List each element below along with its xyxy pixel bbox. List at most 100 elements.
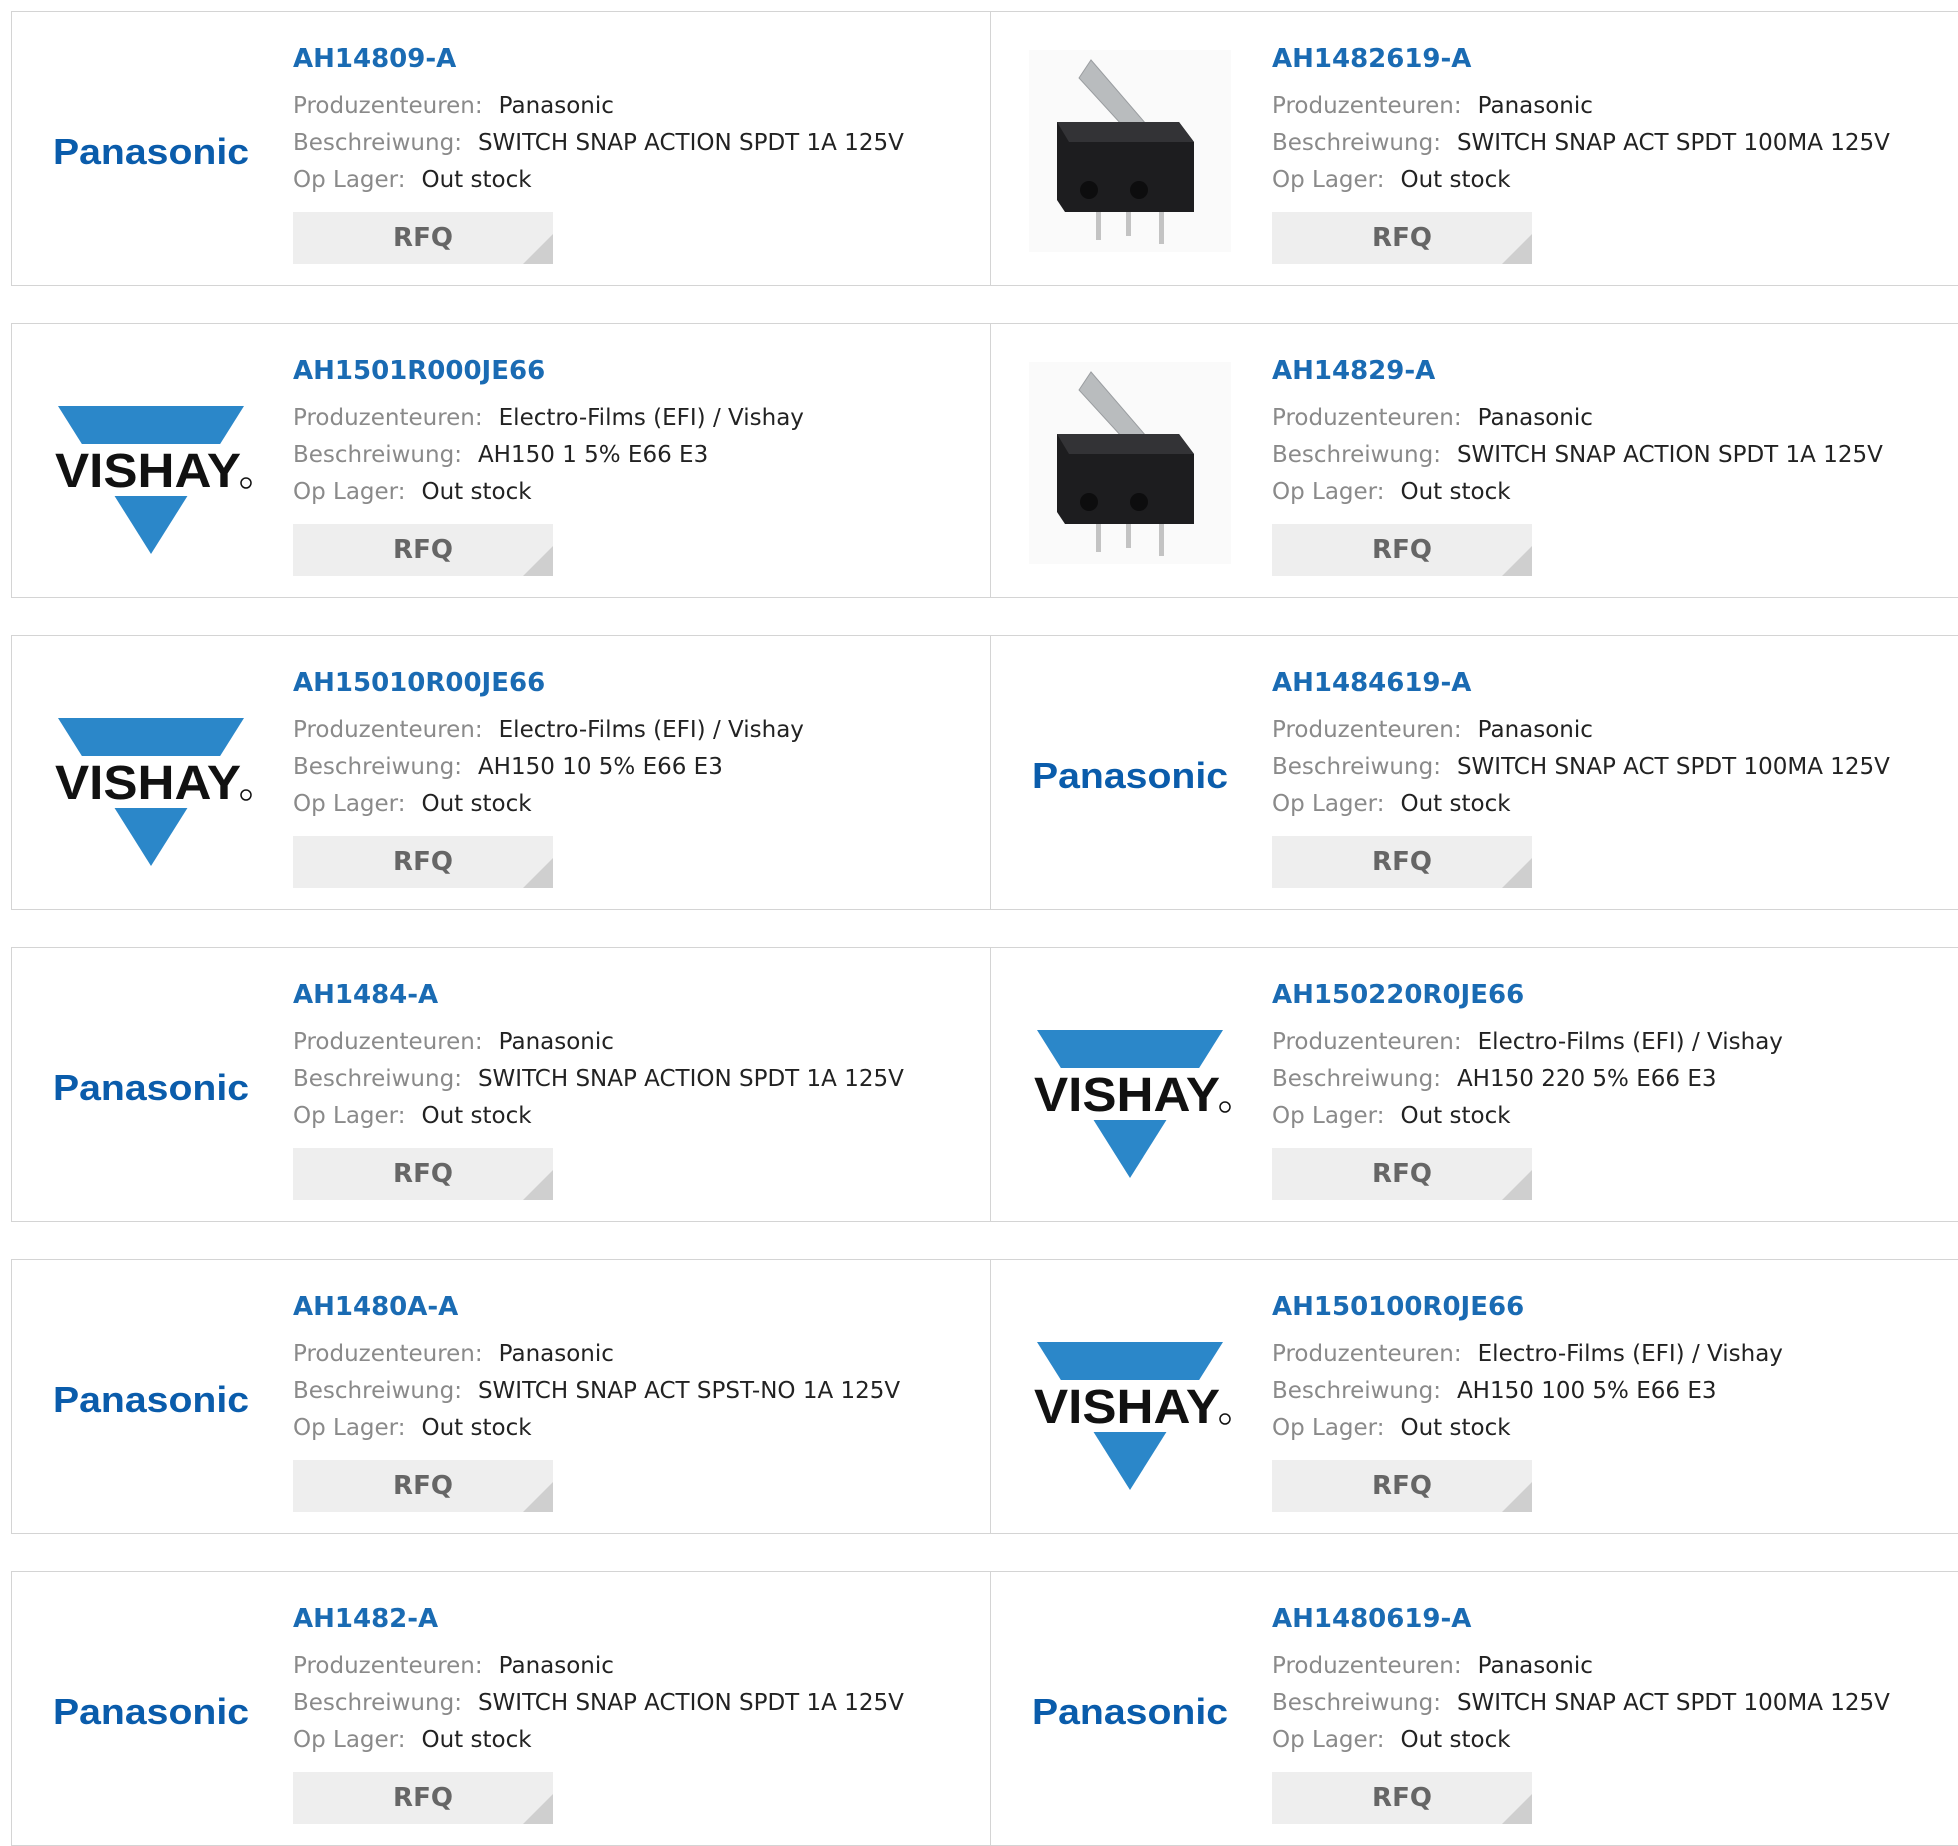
stock-label: Op Lager:	[1272, 791, 1385, 817]
manufacturer-label: Produzenteuren:	[1272, 1341, 1462, 1367]
description-label: Beschreiwung:	[293, 442, 462, 468]
manufacturer-value: Panasonic	[498, 93, 614, 119]
stock-row: Op Lager: Out stock	[1272, 1725, 1511, 1755]
description-label: Beschreiwung:	[293, 1066, 462, 1092]
panasonic-logo: Panasonic	[53, 1067, 249, 1108]
stock-value: Out stock	[1400, 791, 1511, 817]
part-number-link[interactable]: AH1484-A	[293, 980, 438, 1010]
rfq-button[interactable]: RFQ	[1272, 524, 1532, 576]
manufacturer-row: Produzenteuren: Panasonic	[1272, 715, 1593, 745]
corner-triangle-icon	[523, 234, 553, 264]
part-number-link[interactable]: AH150100R0JE66	[1272, 1292, 1524, 1322]
stock-value: Out stock	[421, 479, 532, 505]
panasonic-logo: Panasonic	[53, 131, 249, 172]
product-image[interactable]: Panasonic	[50, 1610, 252, 1812]
rfq-label: RFQ	[393, 1471, 453, 1501]
product-info: AH1484-A Produzenteuren: Panasonic Beschr…	[293, 948, 990, 1221]
corner-triangle-icon	[1502, 234, 1532, 264]
stock-row: Op Lager: Out stock	[1272, 789, 1511, 819]
rfq-label: RFQ	[393, 1159, 453, 1189]
product-image[interactable]	[1029, 362, 1231, 564]
product-image[interactable]: Panasonic	[50, 1298, 252, 1500]
part-number-link[interactable]: AH150220R0JE66	[1272, 980, 1524, 1010]
stock-label: Op Lager:	[1272, 479, 1385, 505]
manufacturer-value: Panasonic	[1477, 93, 1593, 119]
manufacturer-value: Panasonic	[498, 1029, 614, 1055]
description-label: Beschreiwung:	[1272, 1378, 1441, 1404]
rfq-label: RFQ	[1372, 1471, 1432, 1501]
product-image[interactable]: VISHAY	[50, 362, 252, 564]
stock-label: Op Lager:	[1272, 1727, 1385, 1753]
description-label: Beschreiwung:	[1272, 130, 1441, 156]
rfq-button[interactable]: RFQ	[293, 836, 553, 888]
description-value: SWITCH SNAP ACT SPDT 100MA 125V	[1456, 754, 1890, 780]
rfq-label: RFQ	[393, 223, 453, 253]
description-label: Beschreiwung:	[1272, 442, 1441, 468]
rfq-button[interactable]: RFQ	[293, 524, 553, 576]
manufacturer-label: Produzenteuren:	[1272, 1029, 1462, 1055]
description-value: AH150 1 5% E66 E3	[477, 442, 709, 468]
description-value: SWITCH SNAP ACTION SPDT 1A 125V	[1456, 442, 1883, 468]
corner-triangle-icon	[523, 1170, 553, 1200]
part-number-link[interactable]: AH14829-A	[1272, 356, 1435, 386]
corner-triangle-icon	[1502, 858, 1532, 888]
rfq-label: RFQ	[393, 1783, 453, 1813]
rfq-button[interactable]: RFQ	[1272, 836, 1532, 888]
vishay-logo: VISHAY	[50, 718, 252, 866]
product-image[interactable]: Panasonic	[50, 986, 252, 1188]
description-row: Beschreiwung: SWITCH SNAP ACTION SPDT 1A …	[293, 1064, 904, 1094]
part-number-link[interactable]: AH15010R00JE66	[293, 668, 545, 698]
product-info: AH14829-A Produzenteuren: Panasonic Besch…	[1272, 324, 1958, 597]
product-card: Panasonic AH14809-A Produzenteuren: Panas…	[11, 11, 991, 286]
rfq-button[interactable]: RFQ	[1272, 1772, 1532, 1824]
part-number-link[interactable]: AH1501R000JE66	[293, 356, 545, 386]
rfq-button[interactable]: RFQ	[293, 1460, 553, 1512]
description-row: Beschreiwung: SWITCH SNAP ACTION SPDT 1A …	[293, 128, 904, 158]
vishay-logo: VISHAY	[1029, 1342, 1231, 1490]
rfq-label: RFQ	[1372, 1783, 1432, 1813]
part-number-link[interactable]: AH1482-A	[293, 1604, 438, 1634]
stock-label: Op Lager:	[293, 479, 406, 505]
product-image[interactable]: Panasonic	[1029, 674, 1231, 876]
vishay-logo: VISHAY	[1029, 1030, 1231, 1178]
stock-label: Op Lager:	[1272, 1103, 1385, 1129]
svg-text:Panasonic: Panasonic	[53, 1379, 249, 1420]
product-image[interactable]: VISHAY	[1029, 1298, 1231, 1500]
part-number-link[interactable]: AH14809-A	[293, 44, 456, 74]
description-label: Beschreiwung:	[293, 1378, 462, 1404]
stock-row: Op Lager: Out stock	[1272, 477, 1511, 507]
description-value: SWITCH SNAP ACT SPDT 100MA 125V	[1456, 1690, 1890, 1716]
part-number-link[interactable]: AH1484619-A	[1272, 668, 1471, 698]
part-number-link[interactable]: AH1480619-A	[1272, 1604, 1471, 1634]
corner-triangle-icon	[1502, 1170, 1532, 1200]
corner-triangle-icon	[1502, 546, 1532, 576]
svg-text:VISHAY: VISHAY	[55, 757, 241, 810]
stock-row: Op Lager: Out stock	[293, 477, 532, 507]
stock-value: Out stock	[421, 167, 532, 193]
product-info: AH15010R00JE66 Produzenteuren: Electro-Fi…	[293, 636, 990, 909]
product-card: AH14829-A Produzenteuren: Panasonic Besch…	[990, 323, 1958, 598]
rfq-button[interactable]: RFQ	[1272, 1148, 1532, 1200]
manufacturer-row: Produzenteuren: Panasonic	[1272, 1651, 1593, 1681]
product-info: AH1482-A Produzenteuren: Panasonic Beschr…	[293, 1572, 990, 1845]
manufacturer-label: Produzenteuren:	[1272, 93, 1462, 119]
manufacturer-row: Produzenteuren: Panasonic	[293, 1339, 614, 1369]
description-row: Beschreiwung: SWITCH SNAP ACT SPDT 100MA …	[1272, 128, 1890, 158]
rfq-button[interactable]: RFQ	[293, 212, 553, 264]
part-number-link[interactable]: AH1482619-A	[1272, 44, 1471, 74]
rfq-button[interactable]: RFQ	[293, 1772, 553, 1824]
rfq-button[interactable]: RFQ	[1272, 212, 1532, 264]
product-image[interactable]: VISHAY	[50, 674, 252, 876]
rfq-button[interactable]: RFQ	[293, 1148, 553, 1200]
product-info: AH150100R0JE66 Produzenteuren: Electro-Fi…	[1272, 1260, 1958, 1533]
product-image[interactable]: Panasonic	[1029, 1610, 1231, 1812]
product-image[interactable]: Panasonic	[50, 50, 252, 252]
product-image[interactable]	[1029, 50, 1231, 252]
product-card: VISHAY AH150220R0JE66 Produzenteuren: Ele…	[990, 947, 1958, 1222]
stock-value: Out stock	[1400, 1727, 1511, 1753]
product-card: Panasonic AH1480619-A Produzenteuren: Pan…	[990, 1571, 1958, 1846]
description-row: Beschreiwung: SWITCH SNAP ACT SPDT 100MA …	[1272, 752, 1890, 782]
rfq-button[interactable]: RFQ	[1272, 1460, 1532, 1512]
product-image[interactable]: VISHAY	[1029, 986, 1231, 1188]
part-number-link[interactable]: AH1480A-A	[293, 1292, 458, 1322]
